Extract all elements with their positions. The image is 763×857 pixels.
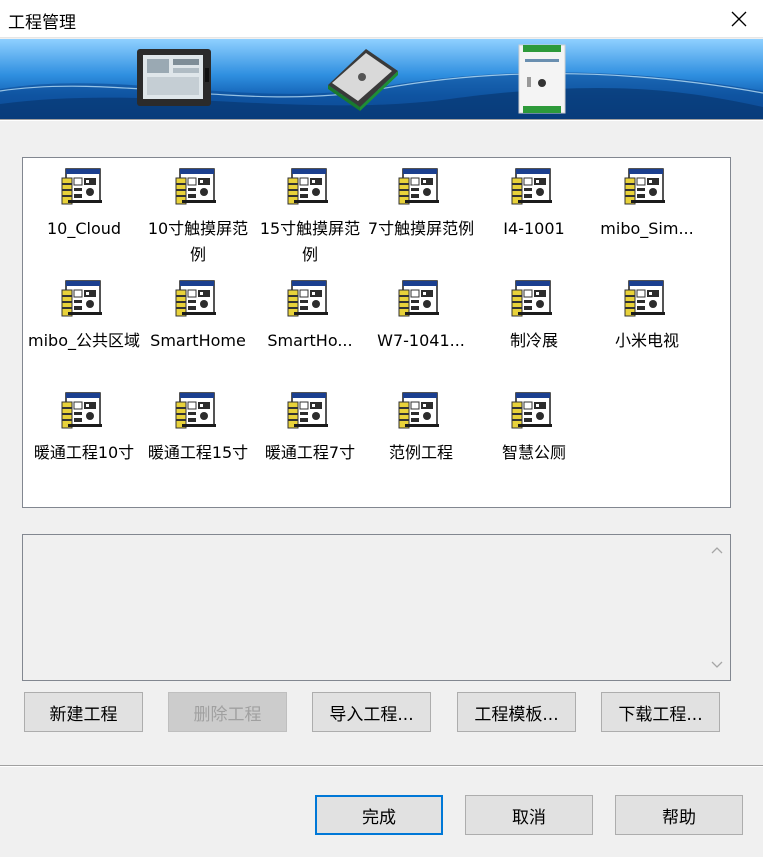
description-scrollbar[interactable] [704,535,730,680]
project-file-icon [398,280,440,317]
project-item[interactable]: 制冷展 [478,274,590,354]
project-label: 智慧公厕 [501,443,566,462]
project-file-icon [624,280,666,317]
project-file-icon [287,392,329,429]
project-item[interactable]: mibo_公共区域 [28,274,140,354]
project-file-icon [175,168,217,205]
project-item[interactable]: W7-1041... [365,274,477,354]
project-item[interactable]: 10寸触摸屏范例 [142,162,254,268]
scroll-down-button[interactable] [704,652,730,678]
project-label: 10寸触摸屏范例 [147,219,249,264]
project-item[interactable]: 7寸触摸屏范例 [365,162,477,242]
project-file-icon [624,168,666,205]
new-project-button[interactable]: 新建工程 [24,692,143,732]
project-item[interactable]: 智慧公厕 [478,386,590,466]
project-item[interactable]: 范例工程 [365,386,477,466]
project-item[interactable]: 暖通工程10寸 [28,386,140,466]
project-item[interactable]: 小米电视 [591,274,703,354]
window-title: 工程管理 [8,13,76,33]
project-item[interactable]: SmartHo... [254,274,366,354]
project-template-button[interactable]: 工程模板... [457,692,576,732]
help-button[interactable]: 帮助 [615,795,743,835]
project-label: 制冷展 [509,331,558,350]
chevron-down-icon [711,661,723,668]
project-label: 范例工程 [388,443,453,462]
project-label: 10_Cloud [46,219,122,238]
project-item[interactable]: 暖通工程15寸 [142,386,254,466]
project-item[interactable]: 暖通工程7寸 [254,386,366,466]
banner-divider-highlight [0,120,763,121]
cancel-button[interactable]: 取消 [465,795,593,835]
close-icon [731,11,747,27]
project-item[interactable]: 10_Cloud [28,162,140,242]
project-file-icon [175,280,217,317]
import-project-button[interactable]: 导入工程... [312,692,431,732]
project-label: 暖通工程10寸 [33,443,135,462]
project-label: 7寸触摸屏范例 [367,219,475,238]
title-bar: 工程管理 [0,0,763,38]
project-file-icon [175,392,217,429]
download-project-button[interactable]: 下载工程... [601,692,720,732]
project-file-icon [287,168,329,205]
project-file-icon [511,280,553,317]
project-file-icon [511,392,553,429]
project-label: SmartHo... [267,331,353,350]
project-label: 小米电视 [614,331,679,350]
project-description-box[interactable] [22,534,731,681]
chevron-up-icon [711,547,723,554]
din-rail-module-device-image [518,44,566,114]
touch-panel-device-image [137,49,211,106]
project-label: 暖通工程15寸 [147,443,249,462]
project-file-icon [511,168,553,205]
scroll-up-button[interactable] [704,537,730,563]
project-label: SmartHome [150,331,246,350]
project-item[interactable]: I4-1001 [478,162,590,242]
delete-project-button[interactable]: 删除工程 [168,692,287,732]
project-file-icon [398,392,440,429]
project-file-icon [287,280,329,317]
project-item[interactable]: SmartHome [142,274,254,354]
controller-module-device-image [328,49,398,111]
project-list[interactable]: 10_Cloud 10寸触摸屏范例 15寸触摸屏范例 7寸触摸屏范例 I4-10… [22,157,731,508]
project-label: I4-1001 [503,219,565,238]
done-button[interactable]: 完成 [315,795,443,835]
project-label: mibo_公共区域 [28,331,140,350]
project-item[interactable]: 15寸触摸屏范例 [254,162,366,268]
project-label: mibo_Sim... [600,219,694,238]
close-button[interactable] [715,0,763,38]
project-label: 15寸触摸屏范例 [259,219,361,264]
project-file-icon [398,168,440,205]
project-item[interactable]: mibo_Sim... [591,162,703,242]
project-file-icon [61,280,103,317]
project-file-icon [61,392,103,429]
footer-divider-highlight [0,766,763,767]
header-banner [0,39,763,119]
project-file-icon [61,168,103,205]
project-label: W7-1041... [377,331,465,350]
project-label: 暖通工程7寸 [264,443,356,462]
